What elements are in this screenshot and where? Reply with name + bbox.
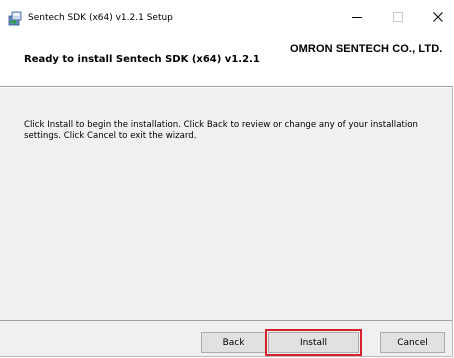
company-name: OMRON SENTECH CO., LTD. xyxy=(290,43,443,55)
close-icon xyxy=(433,11,443,25)
setup-window: Sentech SDK (x64) v1.2.1 Setup OMRON SEN… xyxy=(0,0,454,357)
title-bar[interactable]: Sentech SDK (x64) v1.2.1 Setup xyxy=(0,0,454,30)
wizard-header: OMRON SENTECH CO., LTD. Ready to install… xyxy=(0,30,454,86)
maximize-button[interactable] xyxy=(381,6,415,30)
back-button[interactable]: Back xyxy=(201,332,266,353)
minimize-button[interactable] xyxy=(340,6,374,30)
wizard-footer: Back Install Cancel xyxy=(0,321,452,356)
minimize-icon xyxy=(352,12,362,25)
close-button[interactable] xyxy=(421,6,454,30)
cancel-button[interactable]: Cancel xyxy=(380,332,445,353)
window-title: Sentech SDK (x64) v1.2.1 Setup xyxy=(28,13,173,23)
install-button[interactable]: Install xyxy=(268,332,359,353)
installer-icon xyxy=(8,10,24,26)
instructions-text: Click Install to begin the installation.… xyxy=(24,120,418,141)
maximize-icon xyxy=(393,11,403,25)
wizard-body: Click Install to begin the installation.… xyxy=(0,88,452,321)
page-title: Ready to install Sentech SDK (x64) v1.2.… xyxy=(24,54,260,65)
